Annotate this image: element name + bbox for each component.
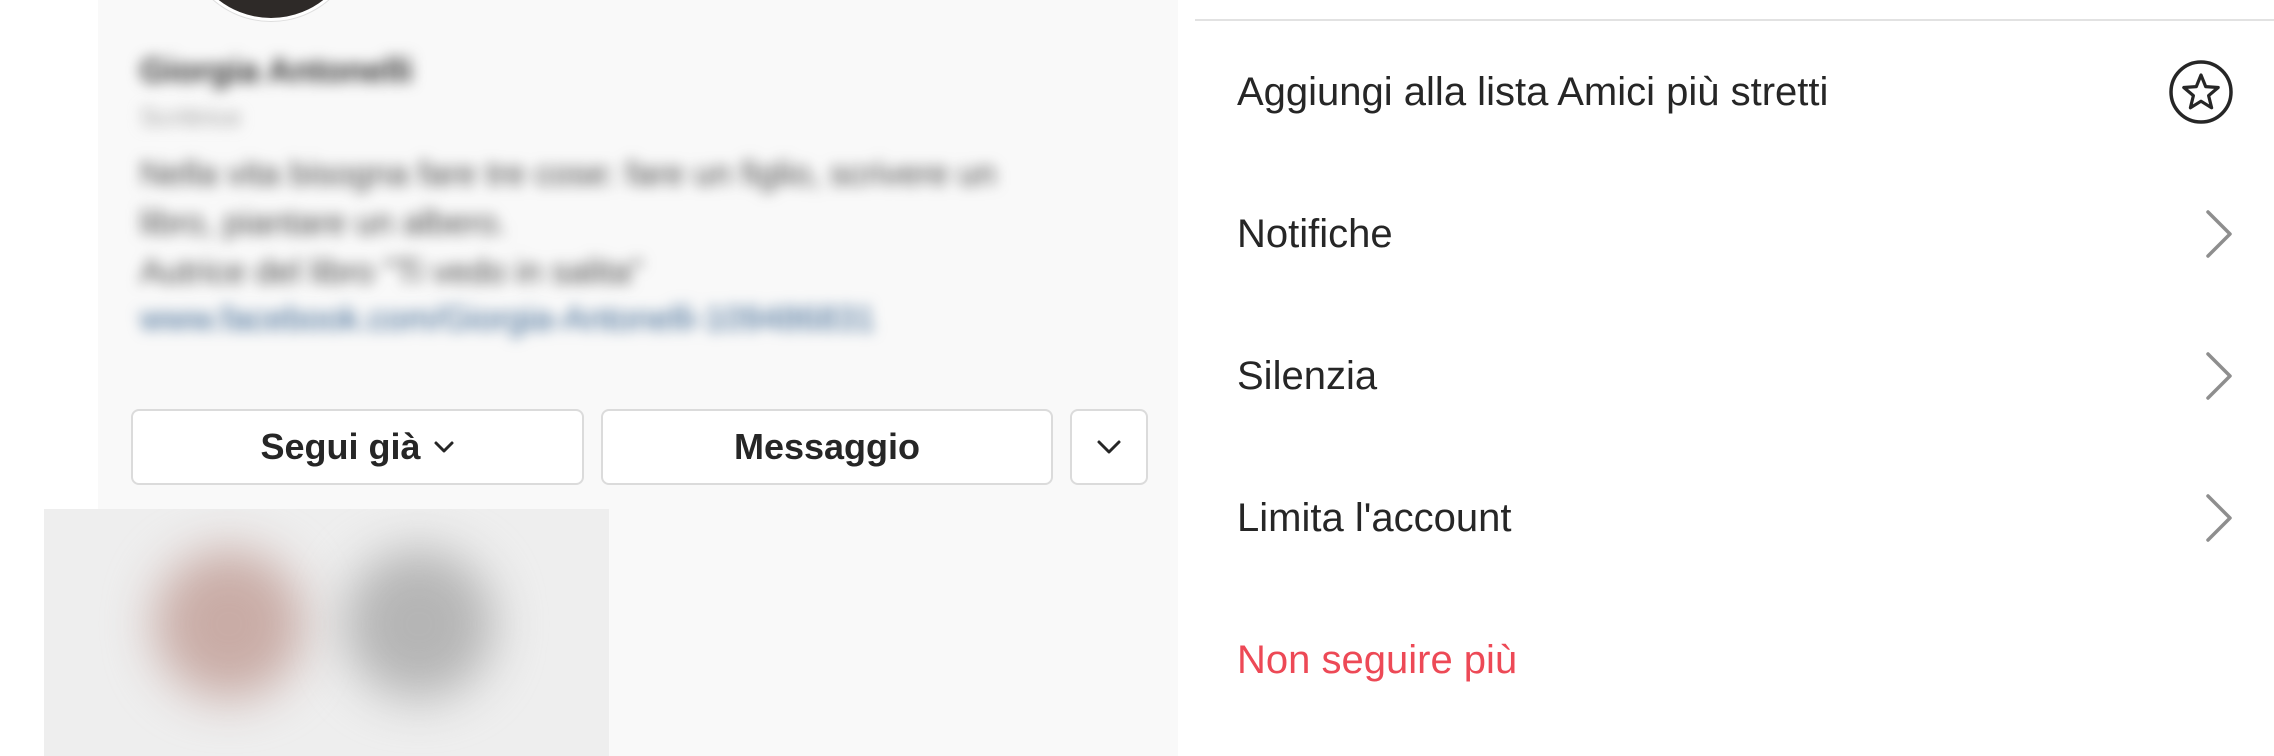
unfollow-item[interactable]: Non seguire più xyxy=(1195,589,2274,731)
highlight-item[interactable] xyxy=(344,549,494,699)
profile-link[interactable]: www.facebook.com/Giorgia-Antonelli-10948… xyxy=(140,300,875,339)
restrict-account-item[interactable]: Limita l'account xyxy=(1195,447,2274,589)
profile-background: Giorgia Antonelli Scrittrice Nella vita … xyxy=(0,0,1178,756)
bio-line: Nella vita bisogna fare tre cose: fare u… xyxy=(140,155,997,193)
chevron-right-icon xyxy=(2204,492,2234,544)
bio-line: Autrice del libro "Ti vedo in salita" xyxy=(140,253,643,291)
highlight-item[interactable] xyxy=(154,549,304,699)
menu-item-label: Limita l'account xyxy=(1237,495,1512,540)
following-button-label: Segui già xyxy=(260,426,421,467)
profile-name: Giorgia Antonelli xyxy=(140,52,413,90)
menu-item-label: Aggiungi alla lista Amici più stretti xyxy=(1237,69,1829,114)
profile-category: Scrittrice xyxy=(140,102,242,132)
unfollow-label: Non seguire più xyxy=(1237,637,1518,682)
message-button[interactable]: Messaggio xyxy=(601,409,1053,485)
notifications-item[interactable]: Notifiche xyxy=(1195,163,2274,305)
bio-line: libro, piantare un albero. xyxy=(140,204,507,242)
star-circle-icon xyxy=(2168,59,2234,125)
menu-item-label: Notifiche xyxy=(1237,211,1393,256)
chevron-down-icon xyxy=(433,440,455,454)
chevron-right-icon xyxy=(2204,350,2234,402)
profile-bio: Nella vita bisogna fare tre cose: fare u… xyxy=(140,150,1100,297)
chevron-down-icon xyxy=(1096,439,1122,455)
mute-item[interactable]: Silenzia xyxy=(1195,305,2274,447)
options-sheet: Aggiungi alla lista Amici più stretti No… xyxy=(1195,0,2274,756)
menu-item-label: Silenzia xyxy=(1237,353,1378,398)
suggested-accounts-button[interactable] xyxy=(1070,409,1148,485)
add-to-close-friends-item[interactable]: Aggiungi alla lista Amici più stretti xyxy=(1195,21,2274,163)
message-button-label: Messaggio xyxy=(733,426,921,467)
following-button[interactable]: Segui già xyxy=(131,409,584,485)
chevron-right-icon xyxy=(2204,208,2234,260)
story-highlights xyxy=(44,509,609,756)
